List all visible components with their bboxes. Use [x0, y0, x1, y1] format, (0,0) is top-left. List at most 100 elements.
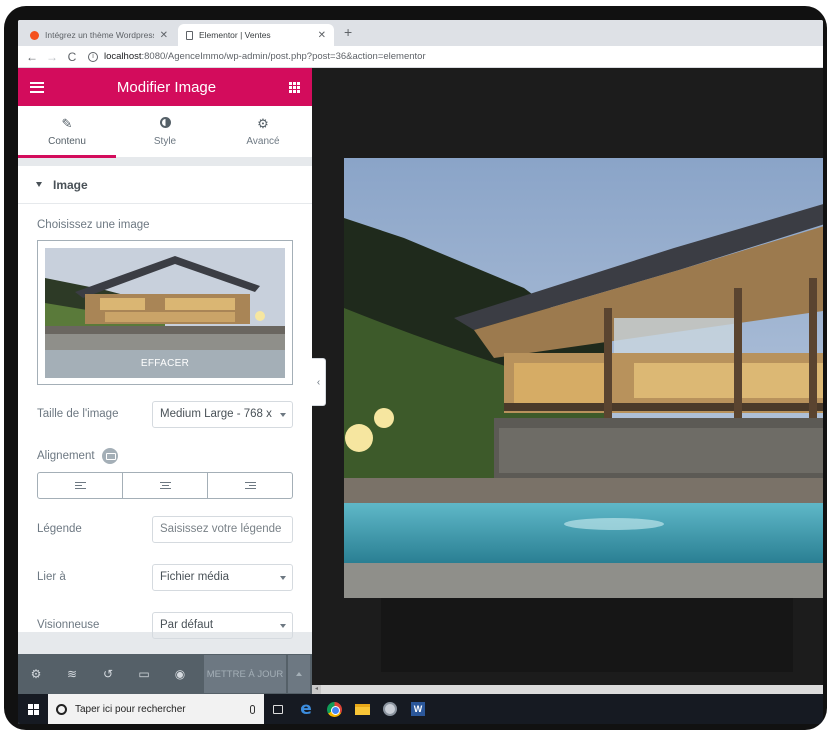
scroll-left-icon[interactable]: ◂: [312, 685, 321, 694]
link-label: Lier à: [37, 571, 66, 583]
edge-button[interactable]: e: [292, 698, 320, 719]
page-icon: [186, 30, 193, 40]
update-button[interactable]: METTRE À JOUR: [204, 655, 286, 693]
url-field[interactable]: localhost:8080/AgenceImmo/wp-admin/post.…: [104, 51, 426, 62]
panel-header: Modifier Image: [18, 68, 312, 106]
preview-eye-icon[interactable]: ◉: [162, 667, 198, 681]
browser-tab-title: Elementor | Ventes: [199, 30, 271, 40]
history-icon[interactable]: ↺: [90, 667, 126, 681]
chevron-left-icon: ‹: [316, 376, 321, 388]
browser-tab-title: Intégrez un thème Wordpress p: [45, 30, 154, 40]
image-size-select[interactable]: Medium Large - 768 x: [152, 400, 293, 428]
tab-label: Avancé: [246, 135, 280, 147]
pencil-icon: ✎: [61, 115, 73, 131]
lightbox-control: Visionneuse Par défaut: [37, 601, 293, 649]
back-icon[interactable]: ←: [24, 50, 40, 64]
save-options-button[interactable]: [288, 655, 310, 693]
chrome-button[interactable]: [320, 701, 348, 717]
align-right-icon: [244, 482, 256, 489]
edge-icon: e: [300, 698, 312, 719]
caption-control: Légende Saisissez votre légende: [37, 505, 293, 553]
responsive-mode-icon[interactable]: ▭: [126, 667, 162, 681]
controls-area: Choisissez une image EFFACER Taille de l…: [18, 204, 312, 639]
favicon-icon: [30, 30, 39, 40]
navigator-layers-icon[interactable]: ≋: [54, 667, 90, 681]
settings-gear-icon[interactable]: ⚙: [18, 667, 54, 681]
align-left-icon: [74, 482, 86, 489]
widgets-grid-icon[interactable]: [289, 81, 300, 93]
address-bar: ← → C i localhost:8080/AgenceImmo/wp-adm…: [18, 46, 823, 68]
taskbar-search[interactable]: Taper ici pour rechercher: [48, 694, 264, 724]
preview-image[interactable]: [344, 158, 823, 598]
close-tab-icon[interactable]: ✕: [318, 30, 326, 41]
close-tab-icon[interactable]: ✕: [160, 30, 168, 41]
windows-logo-icon: [27, 703, 39, 715]
align-center-button[interactable]: [123, 473, 208, 498]
tab-avance[interactable]: ⚙ Avancé: [214, 106, 312, 157]
word-icon: W: [411, 702, 425, 716]
url-host: localhost: [104, 51, 142, 62]
lightbox-select[interactable]: Par défaut: [152, 611, 293, 639]
file-explorer-button[interactable]: [348, 703, 376, 715]
chrome-icon: [326, 701, 342, 717]
preview-section-below: [381, 598, 793, 672]
chevron-down-icon: [280, 623, 286, 628]
word-button[interactable]: W: [404, 702, 432, 716]
image-size-label: Taille de l'image: [37, 408, 119, 420]
link-select[interactable]: Fichier média: [152, 563, 293, 591]
task-view-button[interactable]: [264, 704, 292, 714]
chevron-up-icon: [296, 672, 302, 676]
browser-tab-2[interactable]: Elementor | Ventes ✕: [178, 24, 334, 46]
tab-style[interactable]: Style: [116, 106, 214, 157]
folder-icon: [354, 703, 370, 715]
app-icon: [383, 702, 397, 716]
start-button[interactable]: [18, 703, 48, 715]
panel-footer: ⚙ ≋ ↺ ▭ ◉ METTRE À JOUR: [18, 654, 312, 694]
half-circle-icon: [159, 116, 171, 128]
thumbnail-photo: [45, 248, 285, 350]
link-control: Lier à Fichier média: [37, 553, 293, 601]
align-right-button[interactable]: [208, 473, 292, 498]
image-thumbnail[interactable]: [45, 248, 285, 350]
taskbar-search-placeholder: Taper ici pour rechercher: [75, 703, 186, 715]
browser-tab-1[interactable]: Intégrez un thème Wordpress p ✕: [22, 24, 176, 46]
caret-down-icon: [36, 182, 42, 187]
section-title: Image: [53, 177, 88, 192]
caption-input[interactable]: Saisissez votre légende: [152, 515, 293, 543]
elementor-app: ◂ Modifier Image ✎ Contenu Style ⚙ Avanc…: [18, 68, 823, 694]
gear-icon: ⚙: [257, 115, 269, 131]
image-size-control: Taille de l'image Medium Large - 768 x: [37, 390, 293, 438]
chevron-down-icon: [280, 575, 286, 580]
app-button[interactable]: [376, 702, 404, 716]
chevron-down-icon: [280, 412, 286, 417]
alignment-control: Alignement: [37, 438, 293, 472]
alignment-buttons: [37, 472, 293, 499]
browser-tabstrip: Intégrez un thème Wordpress p ✕ Elemento…: [18, 20, 823, 46]
responsive-device-icon[interactable]: [101, 448, 118, 464]
horizontal-scrollbar[interactable]: ◂: [312, 685, 823, 694]
new-tab-icon[interactable]: +: [344, 24, 352, 40]
link-value: Fichier média: [160, 571, 230, 583]
menu-icon[interactable]: [30, 81, 44, 93]
windows-taskbar: Taper ici pour rechercher e W: [18, 694, 823, 724]
choose-image-label: Choisissez une image: [37, 219, 150, 231]
collapse-panel-button[interactable]: ‹: [312, 358, 326, 406]
reload-icon[interactable]: C: [64, 50, 80, 64]
clear-image-button[interactable]: EFFACER: [45, 350, 285, 378]
screen: Intégrez un thème Wordpress p ✕ Elemento…: [18, 20, 823, 724]
media-control[interactable]: EFFACER: [37, 240, 293, 385]
section-toggle-image[interactable]: Image: [18, 166, 312, 204]
url-path: :8080/AgenceImmo/wp-admin/post.php?post=…: [141, 51, 426, 62]
align-left-button[interactable]: [38, 473, 123, 498]
forward-icon[interactable]: →: [44, 50, 60, 64]
image-size-value: Medium Large - 768 x: [160, 408, 272, 420]
task-view-icon: [273, 704, 283, 714]
lightbox-label: Visionneuse: [37, 619, 100, 631]
microphone-icon[interactable]: [250, 704, 255, 714]
preview-canvas: ◂: [312, 68, 823, 694]
align-center-icon: [159, 482, 171, 489]
panel-title: Modifier Image: [116, 78, 217, 96]
site-info-icon[interactable]: i: [88, 51, 98, 62]
panel-tabs: ✎ Contenu Style ⚙ Avancé: [18, 106, 312, 158]
tab-contenu[interactable]: ✎ Contenu: [18, 106, 116, 158]
